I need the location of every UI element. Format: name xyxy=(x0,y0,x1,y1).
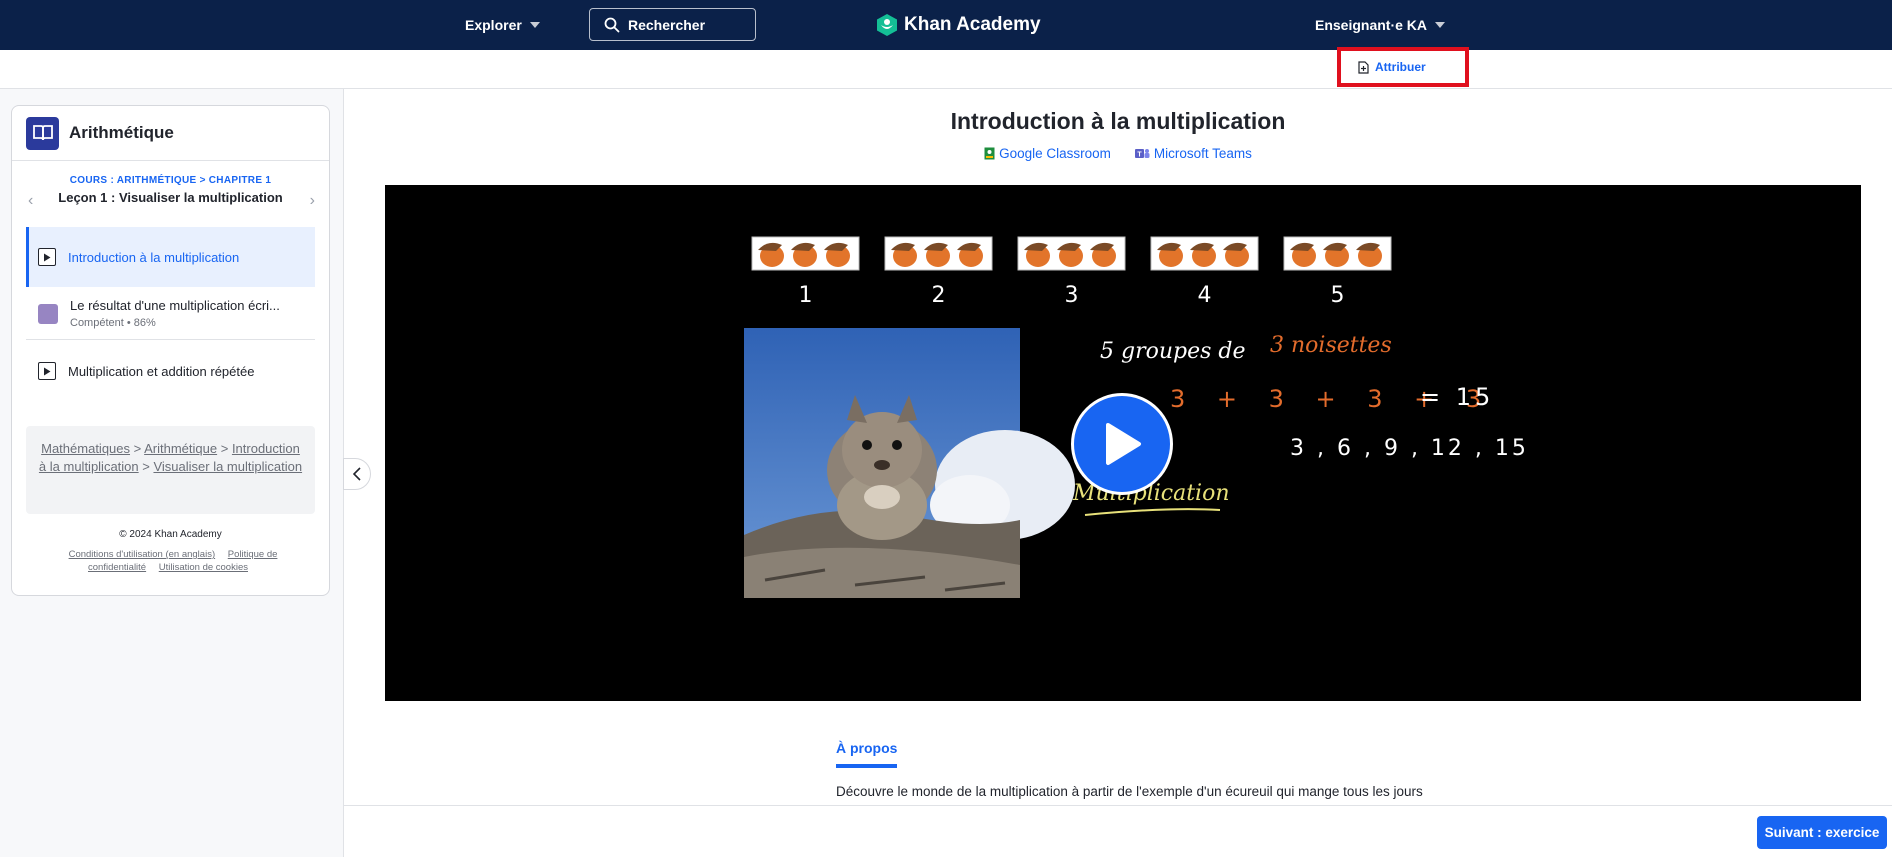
acorn-group-3: 3 xyxy=(1017,236,1126,308)
share-row: Google Classroom T Microsoft Teams xyxy=(344,146,1892,161)
microsoft-teams-button[interactable]: T Microsoft Teams xyxy=(1134,146,1252,161)
exercise-icon xyxy=(38,303,58,324)
chevron-down-icon xyxy=(529,22,540,28)
google-classroom-label: Google Classroom xyxy=(999,146,1111,161)
video-text-nuts: 3 noisettes xyxy=(1270,333,1392,358)
khan-logo-icon xyxy=(877,14,897,36)
assignment-icon xyxy=(1358,60,1369,74)
group-number: 3 xyxy=(1065,283,1079,308)
tab-about[interactable]: À propos xyxy=(836,740,898,768)
group-number: 2 xyxy=(932,283,946,308)
course-header[interactable]: Arithmétique xyxy=(12,106,329,161)
user-menu[interactable]: Enseignant·e KA xyxy=(1315,0,1446,50)
cookies-link[interactable]: Utilisation de cookies xyxy=(159,562,248,573)
sidebar-item-label: Introduction à la multiplication xyxy=(68,249,240,265)
user-label: Enseignant·e KA xyxy=(1315,17,1428,33)
explore-menu[interactable]: Explorer xyxy=(465,0,540,50)
page-title: Introduction à la multiplication xyxy=(950,108,1286,134)
video-play-icon xyxy=(38,248,56,266)
video-text-result: = 15 xyxy=(1420,383,1494,411)
bottom-bar xyxy=(344,805,1892,857)
sidebar-item-label: Le résultat d'une multiplication écri... xyxy=(70,298,280,313)
lesson-sidebar: Arithmétique ‹ COURS : ARITHMÉTIQUE > CH… xyxy=(0,89,344,857)
breadcrumb-link[interactable]: Arithmétique xyxy=(144,441,217,456)
copyright: © 2024 Khan Academy xyxy=(119,529,222,540)
search-label: Rechercher xyxy=(628,16,706,33)
play-video-button[interactable] xyxy=(1071,393,1173,495)
course-title: Arithmétique xyxy=(69,123,174,142)
microsoft-teams-icon: T xyxy=(1134,149,1150,159)
logo-text: Khan Academy xyxy=(904,14,1041,35)
sidebar-item-resultat-multiplication[interactable]: Le résultat d'une multiplication écri...… xyxy=(26,288,315,339)
footer-links: Conditions d'utilisation (en anglais) Po… xyxy=(52,548,289,574)
chevron-right-icon[interactable]: › xyxy=(310,192,315,210)
sidebar-item-intro-multiplication[interactable]: Introduction à la multiplication xyxy=(26,227,315,287)
assign-label: Attribuer xyxy=(1375,60,1426,74)
video-text-sequence: 3 , 6 , 9 , 12 , 15 xyxy=(1290,436,1529,461)
lesson-name: Leçon 1 : Visualiser la multiplication xyxy=(58,190,283,205)
about-text: Découvre le monde de la multiplication à… xyxy=(836,784,1423,799)
video-player[interactable]: 12345 5 groupes de 3 noisettes 3 + 3 + 3… xyxy=(385,185,1861,701)
chevron-left-icon xyxy=(353,467,361,481)
search-button[interactable]: Rechercher xyxy=(589,8,756,41)
video-play-icon xyxy=(38,362,56,380)
collapse-sidebar-button[interactable] xyxy=(343,458,371,490)
play-icon xyxy=(1106,423,1141,465)
breadcrumb: Mathématiques > Arithmétique > Introduct… xyxy=(26,426,315,514)
group-number: 1 xyxy=(799,283,813,308)
video-text-groups: 5 groupes de xyxy=(1100,339,1246,364)
sidebar-item-label: Multiplication et addition répétée xyxy=(68,363,255,379)
google-classroom-icon xyxy=(984,147,995,160)
next-exercise-button[interactable]: Suivant : exercice xyxy=(1757,816,1887,849)
khan-academy-logo[interactable]: Khan Academy xyxy=(876,0,1041,50)
group-number: 5 xyxy=(1331,283,1345,308)
assign-button[interactable]: Attribuer xyxy=(1358,60,1426,74)
acorn-group-1: 1 xyxy=(751,236,860,308)
squirrel-photo xyxy=(744,328,1075,598)
acorn-group-5: 5 xyxy=(1283,236,1392,308)
search-icon xyxy=(604,17,620,32)
microsoft-teams-label: Microsoft Teams xyxy=(1153,146,1252,161)
action-bar xyxy=(0,50,1892,89)
lesson-navigator: ‹ COURS : ARITHMÉTIQUE > CHAPITRE 1 Leço… xyxy=(12,162,329,227)
lesson-breadcrumb[interactable]: COURS : ARITHMÉTIQUE > CHAPITRE 1 xyxy=(12,175,329,186)
chevron-down-icon xyxy=(1435,22,1446,28)
acorn-group-4: 4 xyxy=(1150,236,1259,308)
google-classroom-button[interactable]: Google Classroom xyxy=(984,146,1111,161)
top-nav: Explorer Rechercher Khan Academy Enseign… xyxy=(0,0,1892,50)
terms-link[interactable]: Conditions d'utilisation (en anglais) xyxy=(69,549,216,560)
breadcrumb-link[interactable]: Mathématiques xyxy=(41,441,130,456)
course-card: Arithmétique ‹ COURS : ARITHMÉTIQUE > CH… xyxy=(11,105,330,596)
explore-label: Explorer xyxy=(465,17,522,33)
mastery-status: Compétent • 86% xyxy=(70,317,156,329)
breadcrumb-link[interactable]: Visualiser la multiplication xyxy=(153,459,302,474)
svg-text:T: T xyxy=(1137,152,1142,159)
acorn-group-2: 2 xyxy=(884,236,993,308)
sidebar-item-repeated-addition[interactable]: Multiplication et addition répétée xyxy=(26,340,315,402)
book-icon xyxy=(26,116,59,150)
group-number: 4 xyxy=(1198,283,1212,308)
